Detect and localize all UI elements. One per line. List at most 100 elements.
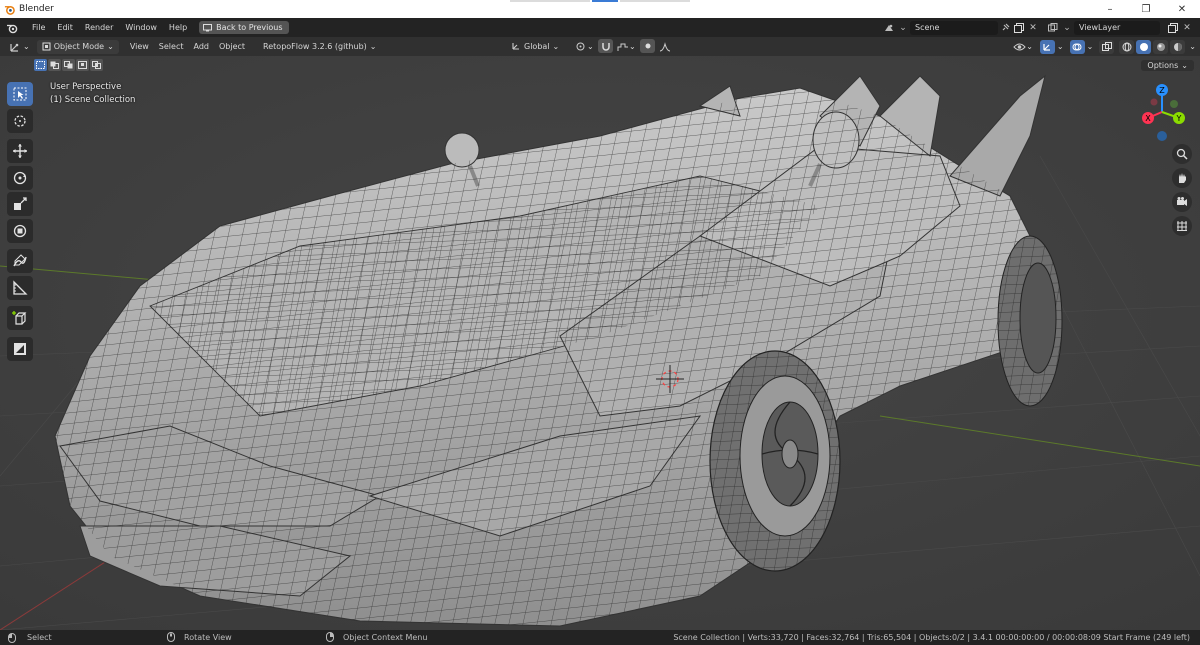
delete-scene-icon[interactable]: ✕: [1026, 21, 1040, 35]
proportional-edit-toggle[interactable]: [640, 39, 655, 53]
mouse-left-icon: [8, 632, 16, 643]
menu-select[interactable]: Select: [154, 39, 189, 54]
view-layer-field[interactable]: ViewLayer: [1074, 20, 1160, 35]
mouse-middle-icon: [167, 632, 175, 642]
shading-solid-button[interactable]: [1136, 39, 1152, 54]
menu-window[interactable]: Window: [119, 23, 163, 32]
selection-mode-group: [34, 59, 103, 71]
mode-dropdown[interactable]: Object Mode ⌄: [36, 39, 119, 54]
retopoflow-tool[interactable]: [7, 336, 33, 361]
status-rotate-hint: Rotate View: [167, 632, 232, 642]
menu-object[interactable]: Object: [214, 39, 250, 54]
cursor-arrow-icon: [13, 87, 27, 101]
move-tool[interactable]: [7, 139, 33, 163]
snap-target-button[interactable]: ⌄: [612, 39, 641, 54]
close-button[interactable]: ✕: [1164, 0, 1200, 18]
select-invert-button[interactable]: [76, 59, 89, 71]
neg-x-axis-handle[interactable]: [1150, 98, 1158, 106]
options-label: Options: [1147, 61, 1179, 70]
proportional-edit-icon: [645, 43, 650, 49]
pencil-icon: [13, 254, 27, 267]
shading-material-button[interactable]: [1153, 39, 1169, 54]
select-extend-button[interactable]: [48, 59, 61, 71]
menu-view[interactable]: View: [125, 39, 154, 54]
scale-tool[interactable]: [7, 192, 33, 216]
3d-viewport[interactable]: User Perspective (1) Scene Collection Op…: [0, 56, 1200, 630]
hand-pan-icon[interactable]: [1172, 168, 1192, 188]
ruler-icon: [13, 279, 28, 295]
options-dropdown[interactable]: Options ⌄: [1141, 60, 1194, 71]
maximize-button[interactable]: ❐: [1128, 0, 1164, 18]
select-intersect-button[interactable]: [90, 59, 103, 71]
minimize-button[interactable]: –: [1092, 0, 1128, 18]
annotate-tool[interactable]: [7, 249, 33, 273]
measure-tool[interactable]: [7, 275, 33, 300]
pivot-point-button[interactable]: ⌄: [570, 39, 599, 54]
add-cube-icon: [12, 311, 27, 325]
orientation-dropdown[interactable]: Global ⌄: [506, 39, 564, 53]
grid-toggle-icon[interactable]: [1172, 216, 1192, 236]
chevron-down-icon[interactable]: ⌄: [1060, 21, 1074, 35]
falloff-button[interactable]: [654, 39, 676, 54]
chevron-down-icon[interactable]: ⌄: [1189, 42, 1196, 51]
titlebar-tab: [510, 0, 590, 2]
back-to-previous-button[interactable]: Back to Previous: [199, 21, 289, 34]
camera-icon[interactable]: [1172, 192, 1192, 212]
editor-type-button[interactable]: ⌄: [4, 39, 35, 54]
select-box-tool[interactable]: [7, 82, 33, 106]
3d-cursor-icon: [14, 114, 26, 127]
select-subtract-button[interactable]: [62, 59, 75, 71]
zoom-icon[interactable]: [1172, 144, 1192, 164]
new-view-layer-icon[interactable]: [1166, 21, 1180, 35]
gizmo-toggle[interactable]: [1039, 39, 1055, 54]
rendered-sphere-icon: [1173, 42, 1182, 51]
retopoflow-menu[interactable]: RetopoFlow 3.2.6 (github) ⌄: [258, 40, 381, 54]
mouse-right-icon: [326, 632, 334, 642]
chevron-down-icon[interactable]: ⌄: [1087, 42, 1094, 51]
menu-add[interactable]: Add: [188, 39, 214, 54]
perspective-label: User Perspective: [50, 82, 122, 92]
scene-icon[interactable]: [882, 21, 896, 35]
menu-help[interactable]: Help: [163, 23, 193, 32]
screen-icon: [203, 23, 213, 31]
chevron-down-icon: ⌄: [1026, 42, 1033, 51]
titlebar-tab: [620, 0, 690, 2]
car-mesh-scene: [0, 56, 1200, 630]
navigation-gizmo[interactable]: Z X Y: [1130, 80, 1194, 144]
blender-logo-icon: [3, 3, 15, 15]
scale-icon: [14, 197, 27, 210]
transform-tool[interactable]: [7, 218, 33, 243]
neg-y-axis-handle[interactable]: [1170, 100, 1178, 108]
scene-statistics: Scene Collection | Verts:33,720 | Faces:…: [673, 633, 1190, 642]
xray-toggle[interactable]: [1099, 39, 1115, 54]
move-arrows-icon: [13, 144, 27, 158]
overlays-toggle[interactable]: [1069, 39, 1085, 54]
svg-text:Z: Z: [1159, 86, 1165, 95]
new-scene-icon[interactable]: [1012, 21, 1026, 35]
menu-edit[interactable]: Edit: [51, 23, 79, 32]
status-select-hint: Select: [8, 632, 52, 643]
shading-wireframe-button[interactable]: [1119, 39, 1135, 54]
svg-text:Y: Y: [1176, 114, 1182, 123]
cursor-tool[interactable]: [7, 108, 33, 133]
axes-editor-icon: [10, 43, 19, 52]
blender-menu-icon[interactable]: [4, 20, 20, 36]
menu-render[interactable]: Render: [79, 23, 119, 32]
overlays-icon: [1072, 43, 1082, 50]
visibility-button[interactable]: ⌄: [1008, 39, 1038, 54]
back-to-previous-label: Back to Previous: [216, 23, 283, 32]
neg-z-axis-handle[interactable]: [1157, 131, 1167, 141]
add-cube-tool[interactable]: [7, 306, 33, 330]
scene-name-field[interactable]: Scene: [910, 20, 998, 35]
select-new-button[interactable]: [34, 59, 47, 71]
menu-file[interactable]: File: [26, 23, 51, 32]
front-wheel: [709, 350, 841, 572]
delete-view-layer-icon[interactable]: ✕: [1180, 21, 1194, 35]
chevron-down-icon[interactable]: ⌄: [1057, 42, 1064, 51]
rotate-tool[interactable]: [7, 165, 33, 190]
view-layer-icon[interactable]: [1046, 21, 1060, 35]
chevron-down-icon[interactable]: ⌄: [896, 21, 910, 35]
pin-icon[interactable]: [998, 21, 1012, 35]
snap-toggle[interactable]: [598, 39, 613, 53]
shading-rendered-button[interactable]: [1170, 39, 1186, 54]
